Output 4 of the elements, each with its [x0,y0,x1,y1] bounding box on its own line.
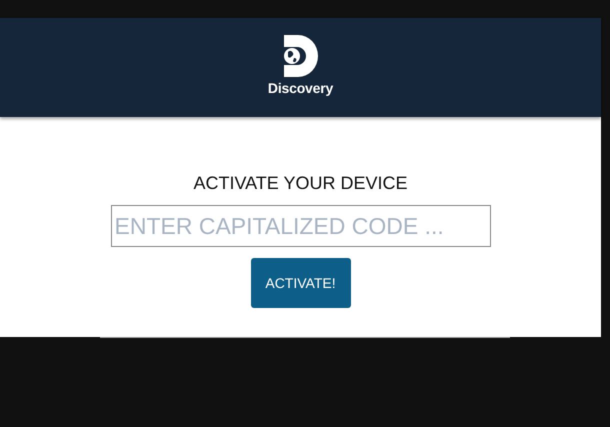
logo-text: Discovery [268,80,334,96]
activate-button[interactable]: ACTIVATE! [250,258,350,308]
page-title: ACTIVATE YOUR DEVICE [193,172,408,194]
code-input-field[interactable]: ENTER CAPITALIZED CODE ... [110,205,490,247]
